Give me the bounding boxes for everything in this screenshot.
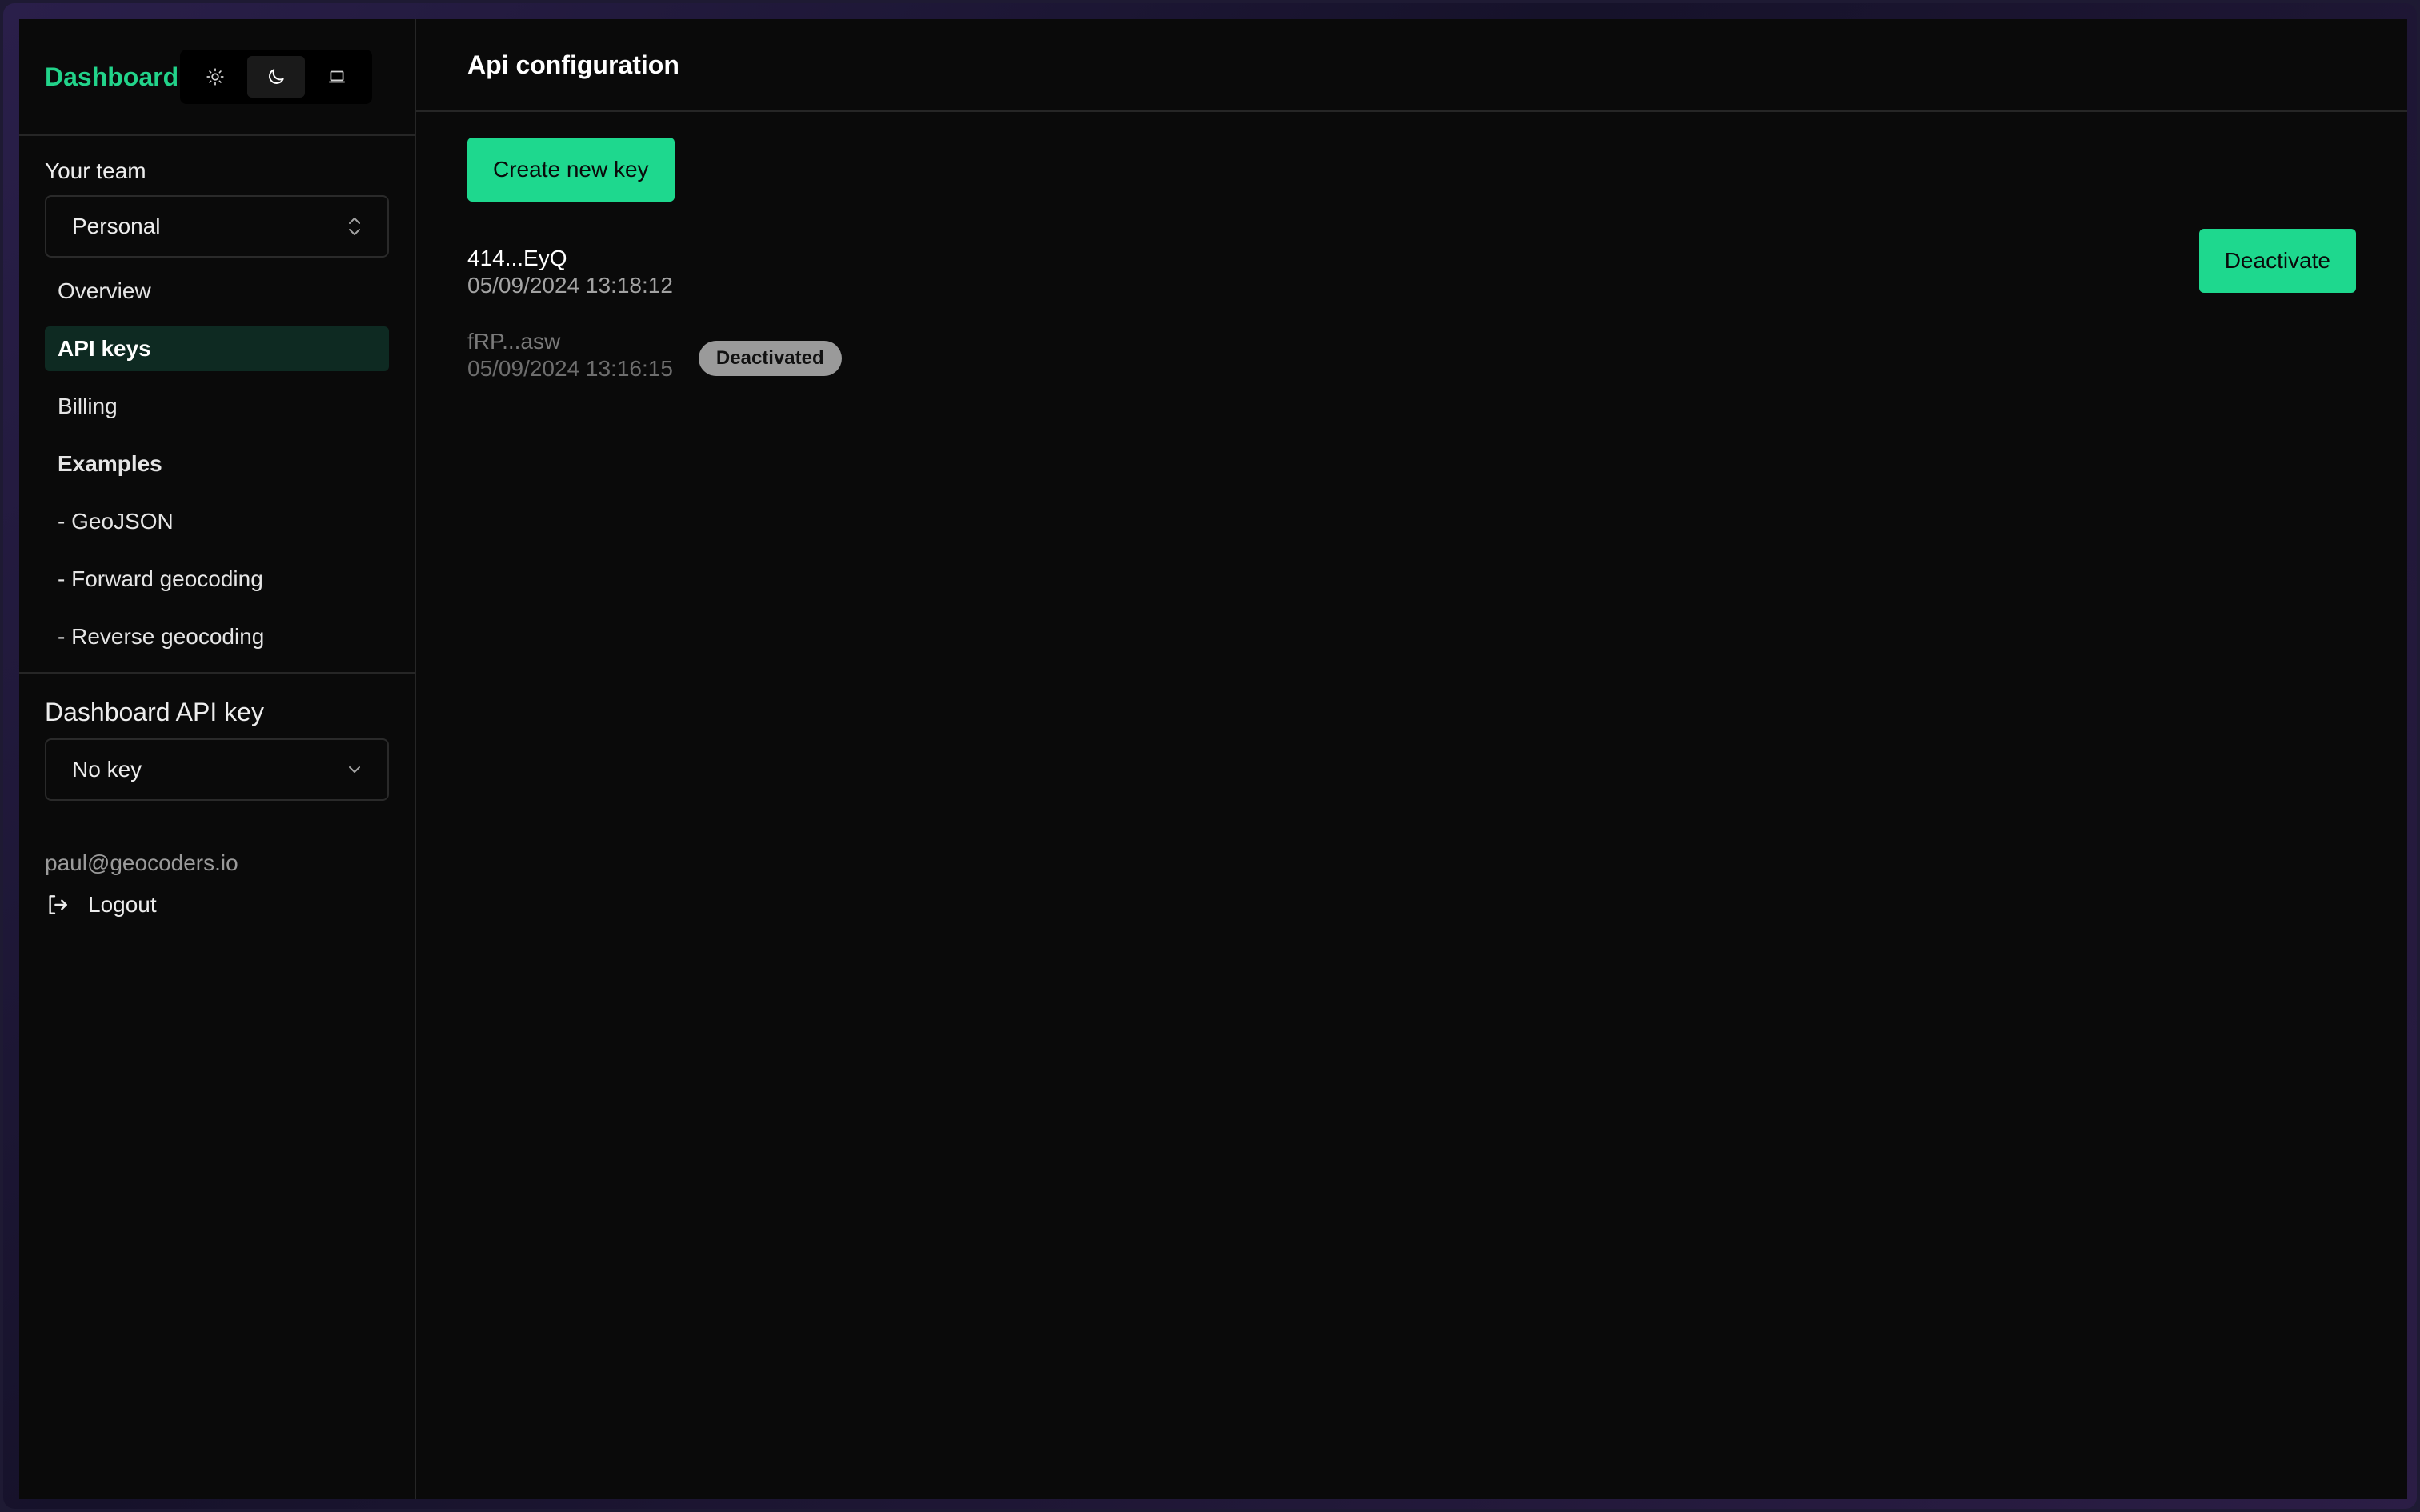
main-content: Api configuration Create new key 414...E… xyxy=(416,19,2407,1499)
sidebar: Dashboard Your team Personal Overview AP… xyxy=(19,19,416,1499)
content-area: Create new key 414...EyQ 05/09/2024 13:1… xyxy=(416,112,2407,382)
create-new-key-button[interactable]: Create new key xyxy=(467,138,675,202)
api-key-row: fRP...asw 05/09/2024 13:16:15 Deactivate… xyxy=(467,328,2356,382)
dashboard-api-key-select[interactable]: No key xyxy=(45,738,389,801)
api-keys-list: 414...EyQ 05/09/2024 13:18:12 Deactivate… xyxy=(467,229,2356,382)
moon-icon xyxy=(269,69,284,84)
status-badge: Deactivated xyxy=(698,341,842,376)
logout-label: Logout xyxy=(88,892,157,917)
theme-system-button[interactable] xyxy=(308,56,366,98)
sidebar-item-forward-geocoding[interactable]: - Forward geocoding xyxy=(45,557,389,602)
api-key-select-value: No key xyxy=(72,757,142,782)
dashboard-api-key-label: Dashboard API key xyxy=(45,698,264,726)
chevron-up-down-icon xyxy=(349,218,360,235)
theme-light-button[interactable] xyxy=(186,56,244,98)
api-key-section: Dashboard API key No key paul@geocoders.… xyxy=(19,674,415,918)
api-key-row: 414...EyQ 05/09/2024 13:18:12 Deactivate xyxy=(467,229,2356,299)
team-section: Your team Personal Overview API keys Bil… xyxy=(19,136,415,659)
app-window: Dashboard Your team Personal Overview AP… xyxy=(19,19,2407,1499)
brand-link[interactable]: Dashboard xyxy=(45,62,178,92)
sidebar-header: Dashboard xyxy=(19,19,415,136)
window-frame: Dashboard Your team Personal Overview AP… xyxy=(3,3,2417,1509)
sidebar-item-examples[interactable]: Examples xyxy=(45,442,389,486)
team-select-value: Personal xyxy=(72,214,161,238)
team-select[interactable]: Personal xyxy=(45,195,389,258)
api-key-date: 05/09/2024 13:16:15 xyxy=(467,356,673,381)
page-title: Api configuration xyxy=(467,50,679,79)
team-label: Your team xyxy=(45,158,146,183)
user-email: paul@geocoders.io xyxy=(45,850,238,875)
sidebar-item-billing[interactable]: Billing xyxy=(45,384,389,429)
api-key-info: fRP...asw 05/09/2024 13:16:15 xyxy=(467,328,673,382)
sidebar-item-reverse-geocoding[interactable]: - Reverse geocoding xyxy=(45,614,389,659)
sidebar-item-geojson[interactable]: - GeoJSON xyxy=(45,499,389,544)
api-key-name: 414...EyQ xyxy=(467,246,567,270)
laptop-icon xyxy=(329,70,345,83)
sidebar-item-overview[interactable]: Overview xyxy=(45,269,389,314)
sidebar-item-api-keys[interactable]: API keys xyxy=(45,326,389,371)
sun-icon xyxy=(206,68,224,86)
theme-dark-button[interactable] xyxy=(247,56,306,98)
logout-icon xyxy=(49,895,67,914)
logout-button[interactable]: Logout xyxy=(45,892,389,918)
api-key-name: fRP...asw xyxy=(467,329,561,354)
deactivate-button[interactable]: Deactivate xyxy=(2198,229,2356,293)
sidebar-nav: Overview API keys Billing Examples - Geo… xyxy=(45,269,389,659)
api-key-info: 414...EyQ 05/09/2024 13:18:12 xyxy=(467,245,673,299)
chevron-down-icon xyxy=(349,766,360,773)
main-header: Api configuration xyxy=(416,19,2407,112)
theme-toggle xyxy=(180,50,373,104)
api-key-date: 05/09/2024 13:18:12 xyxy=(467,273,673,298)
